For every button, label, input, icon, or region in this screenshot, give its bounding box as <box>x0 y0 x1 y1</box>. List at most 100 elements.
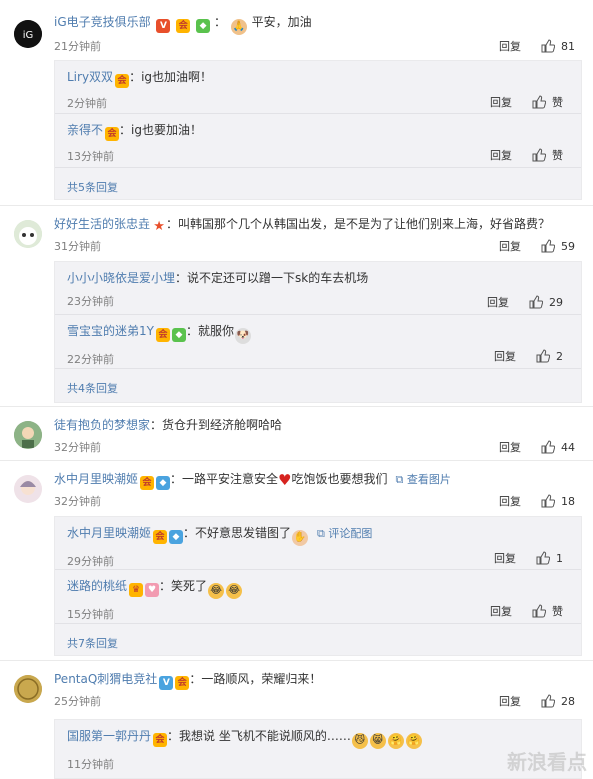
reply-button[interactable]: 回复 <box>490 147 512 163</box>
more-replies-link[interactable]: 共5条回复 <box>67 179 118 195</box>
comment-text-2: 吃饱饭也要想我们 <box>291 472 388 486</box>
laugh-cry-emoji-icon: 😂 <box>208 583 225 599</box>
thumbs-up-icon <box>536 349 550 363</box>
thumbs-up-icon <box>532 95 546 109</box>
divider <box>55 113 581 114</box>
comment-username[interactable]: 徒有抱负的梦想家 <box>54 418 150 432</box>
comment-text: 叫韩国那个几个从韩国出发，是不是为了让他们别来上海，好省路费？ <box>178 217 551 231</box>
sub-username[interactable]: 迷路的桃纸 <box>67 579 127 593</box>
comment-actions: 回复 44 <box>499 439 575 455</box>
comment-time: 31分钟前 <box>54 240 101 253</box>
comment-line: 徒有抱负的梦想家：货仓升到经济舱啊哈哈 <box>54 418 283 432</box>
comment-actions: 回复 81 <box>499 38 575 54</box>
comment-time: 21分钟前 <box>54 40 101 53</box>
like-button[interactable]: 81 <box>541 39 575 53</box>
more-replies-link[interactable]: 共7条回复 <box>67 635 118 651</box>
like-button[interactable]: 18 <box>541 494 575 508</box>
like-button[interactable]: 赞 <box>532 603 563 619</box>
husky-emoji-icon: 🐶 <box>235 328 251 344</box>
sub-comment-box: 小小小晓依是爱小埋：说不定还可以蹭一下sk的车去机场 23分钟前 回复 29 雪… <box>54 261 582 403</box>
divider <box>55 623 581 624</box>
avatar[interactable] <box>14 421 42 449</box>
view-picture-link[interactable]: ⧉ 查看图片 <box>396 473 451 486</box>
reply-button[interactable]: 回复 <box>490 603 512 619</box>
cat-emoji-icon: 😸 <box>369 733 386 749</box>
like-count: 2 <box>556 349 563 363</box>
avatar[interactable] <box>14 675 42 703</box>
sub-username[interactable]: 小小小晓依是爱小埋 <box>67 271 175 285</box>
thumbs-up-icon <box>541 39 555 53</box>
divider <box>55 569 581 570</box>
hug-emoji-icon: 🤗 <box>405 733 422 749</box>
medal-icon: ◆ <box>156 476 171 490</box>
more-replies-link[interactable]: 共4条回复 <box>67 380 118 396</box>
reply-button[interactable]: 回复 <box>499 439 521 455</box>
avatar[interactable]: iG <box>14 20 42 48</box>
like-button[interactable]: 赞 <box>532 147 563 163</box>
reply-button[interactable]: 回复 <box>499 493 521 509</box>
reply-button[interactable]: 回复 <box>499 238 521 254</box>
like-button[interactable]: 28 <box>541 694 575 708</box>
picture-icon: ⧉ <box>395 473 407 486</box>
heart-icon: ♥ <box>278 471 292 489</box>
sub-text: ig也加油啊！ <box>141 70 213 84</box>
reply-button[interactable]: 回复 <box>499 693 521 709</box>
sub-username[interactable]: 水中月里映潮姬 <box>67 526 151 540</box>
like-button[interactable]: 29 <box>529 295 563 309</box>
avatar[interactable] <box>14 475 42 503</box>
comment-time: 32分钟前 <box>54 495 101 508</box>
reply-button[interactable]: 回复 <box>490 94 512 110</box>
comment-username[interactable]: iG电子竞技俱乐部 <box>54 15 151 29</box>
comment-picture-link[interactable]: ⧉ 评论配图 <box>317 527 372 540</box>
sub-text: 我想说 坐飞机不能说顺风的…… <box>179 729 351 743</box>
ig-logo-icon: iG <box>14 20 42 48</box>
svg-text:iG: iG <box>23 30 34 41</box>
thumbs-up-icon <box>532 148 546 162</box>
like-button[interactable]: 59 <box>541 239 575 253</box>
sub-username[interactable]: 亲得不 <box>67 123 103 137</box>
sub-username[interactable]: Liry双双 <box>67 70 113 84</box>
reply-button[interactable]: 回复 <box>494 550 516 566</box>
laugh-cry-emoji-icon: 😂 <box>226 583 243 599</box>
star-icon: ★ <box>153 219 165 234</box>
sub-time: 11分钟前 <box>67 758 114 771</box>
comment-item: PentaQ刺猬电竞社 V 会：一路顺风，荣耀归来！ 25分钟前 回复 28 国服第… <box>0 661 593 779</box>
panda-avatar-icon <box>14 220 42 248</box>
sub-username[interactable]: 雪宝宝的迷弟1Y <box>67 324 154 338</box>
hug-emoji-icon: 🤗 <box>387 733 404 749</box>
reply-button[interactable]: 回复 <box>499 38 521 54</box>
like-button[interactable]: 2 <box>536 349 563 363</box>
vip-icon: 会 <box>105 127 120 141</box>
comment-time: 32分钟前 <box>54 441 101 454</box>
like-count: 18 <box>561 494 575 508</box>
sub-comment-box: 国服第一郭丹丹会：我想说 坐飞机不能说顺风的…… 😼 😸 🤗 🤗 11分钟前 <box>54 719 582 779</box>
reply-button[interactable]: 回复 <box>487 294 509 310</box>
like-label: 赞 <box>552 96 563 109</box>
pray-emoji-icon: 🙏 <box>230 19 247 35</box>
vip-icon: 会 <box>175 676 190 690</box>
medal-icon: ◆ <box>196 19 211 33</box>
thumbs-up-icon <box>536 551 550 565</box>
comment-item: 好好生活的张忠垚 ★：叫韩国那个几个从韩国出发，是不是为了让他们别来上海，好省路费… <box>0 206 593 406</box>
vip-icon: 会 <box>153 733 168 747</box>
comment-username[interactable]: 好好生活的张忠垚 <box>54 217 150 231</box>
thumbs-up-icon <box>529 295 543 309</box>
sub-actions: 回复 赞 <box>490 94 563 110</box>
watermark-logo: 新浪看点 <box>507 750 587 774</box>
divider <box>55 167 581 168</box>
comment-text: 一路顺风，荣耀归来！ <box>201 672 322 686</box>
like-button[interactable]: 赞 <box>532 94 563 110</box>
reply-button[interactable]: 回复 <box>494 348 516 364</box>
comment-username[interactable]: 水中月里映潮姬 <box>54 472 138 486</box>
medal-icon: ♥ <box>145 583 160 597</box>
sub-username[interactable]: 国服第一郭丹丹 <box>67 729 151 743</box>
avatar[interactable] <box>14 220 42 248</box>
vip-icon: 会 <box>153 530 168 544</box>
like-button[interactable]: 44 <box>541 440 575 454</box>
like-button[interactable]: 1 <box>536 551 563 565</box>
comment-username[interactable]: PentaQ刺猬电竞社 <box>54 672 157 686</box>
anime-avatar-icon <box>14 475 42 503</box>
thumbs-up-icon <box>541 494 555 508</box>
comment-item: iG iG电子竞技俱乐部 V 会 ◆ ： 🙏 平安，加油 21分钟前 回复 81… <box>0 0 593 210</box>
sub-comment-box: 水中月里映潮姬会 ◆ ：不好意思发错图了 ✋ ⧉ 评论配图 29分钟前 回复 1 迷路的… <box>54 516 582 656</box>
